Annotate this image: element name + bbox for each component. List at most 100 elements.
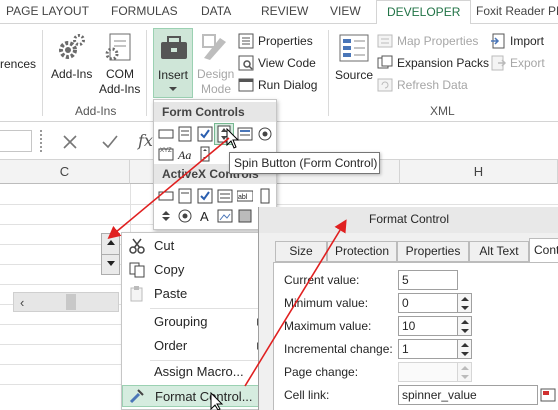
button-control-icon[interactable] [158,126,174,142]
tab-size[interactable]: Size [275,241,327,262]
addins-button[interactable]: Add-Ins [51,67,92,81]
insert-button[interactable]: Insert [153,28,193,98]
menu-item-grouping[interactable]: Grouping [122,311,269,333]
import-icon [491,33,505,49]
label-control-icon[interactable]: Aa [177,146,193,162]
design-mode-line2[interactable]: Mode [201,82,231,96]
design-mode-line1[interactable]: Design [197,67,234,81]
incremental-change-spinner[interactable] [458,339,472,359]
properties-label: Properties [258,34,313,48]
ax-label-icon[interactable]: A [197,208,213,224]
ax-combo-box-icon[interactable] [177,188,193,204]
ax-list-box-icon[interactable] [217,188,233,204]
scroll-thumb[interactable] [66,294,76,310]
name-box[interactable] [0,130,32,152]
sheet-spin-button[interactable] [101,233,120,275]
spin-down-icon[interactable] [107,261,115,266]
expansion-packs-icon [377,55,393,69]
insert-function-button[interactable]: fx [138,131,153,150]
tab-foxit-reader-pdf[interactable]: Foxit Reader PDF [476,4,558,18]
cancel-icon[interactable] [60,134,80,150]
separator [328,30,329,116]
menu-item-assign-macro[interactable]: Assign Macro... [122,361,269,383]
incremental-change-input[interactable]: 1 [398,339,458,359]
map-properties-button[interactable]: Map Properties [377,31,478,51]
scroll-bar-icon[interactable] [197,146,213,162]
current-value-label: Current value: [284,273,360,287]
checkbox-icon[interactable] [197,126,213,142]
ax-spin-button-icon[interactable] [158,208,174,224]
ax-checkbox-icon[interactable] [197,188,213,204]
ax-option-button-icon[interactable] [177,208,193,224]
run-dialog-button[interactable]: Run Dialog [238,75,317,95]
run-dialog-icon [238,78,254,92]
menu-item-order[interactable]: Order [122,335,269,357]
option-button-icon[interactable] [257,126,273,142]
ax-toggle-button-icon[interactable] [237,208,253,224]
menu-item-copy[interactable]: Copy [122,259,269,281]
enter-check-icon[interactable] [100,134,120,150]
order-label: Order [154,338,188,353]
current-value-input[interactable]: 5 [398,270,458,290]
context-menu: Cut Copy Paste Grouping Order Assign Mac… [121,232,270,410]
expansion-packs-button[interactable]: Expansion Packs [377,53,489,73]
tab-protection[interactable]: Protection [327,241,397,262]
references-label[interactable]: rences [0,57,36,71]
ax-image-icon[interactable] [217,208,233,224]
formula-bar-grip[interactable] [40,130,44,152]
import-label: Import [510,34,545,48]
tab-developer[interactable]: DEVELOPER [376,0,472,25]
tab-view[interactable]: VIEW [330,4,361,18]
source-button[interactable]: Source [335,68,373,82]
menu-item-format-control[interactable]: Format Control... [122,385,269,407]
spin-up-icon [461,297,469,301]
maximum-value-spinner[interactable] [458,316,472,336]
com-addins-line1[interactable]: COM [106,67,134,81]
assign-macro-label: Assign Macro... [154,364,244,379]
spin-button-tooltip: Spin Button (Form Control) [229,152,380,174]
tab-review[interactable]: REVIEW [261,4,308,18]
cut-label: Cut [154,238,175,253]
menu-item-paste[interactable]: Paste [122,283,269,305]
column-header-c[interactable]: C [0,160,130,184]
menu-separator [150,308,268,309]
separator [42,30,43,116]
page-change-input[interactable] [398,362,458,382]
tab-data[interactable]: DATA [201,4,231,18]
menu-item-cut[interactable]: Cut [122,235,269,257]
com-addins-line2[interactable]: Add-Ins [99,82,140,96]
sheet-scrollbar-control[interactable]: ‹ [13,292,119,312]
insert-label: Insert [158,68,189,82]
minimum-value-input[interactable]: 0 [398,293,458,313]
spin-down-icon [461,329,469,333]
minimum-value-spinner[interactable] [458,293,472,313]
export-icon [491,55,506,71]
tab-alt-text[interactable]: Alt Text [469,241,529,262]
group-box-icon[interactable]: XYZ [158,146,174,162]
svg-text:XYZ: XYZ [160,148,172,154]
range-selector-icon[interactable] [540,387,556,403]
spin-up-icon[interactable] [107,240,115,245]
combo-box-icon[interactable] [177,126,193,142]
import-button[interactable]: Import [490,31,544,51]
maximum-value-input[interactable]: 10 [398,316,458,336]
refresh-data-button[interactable]: Refresh Data [377,75,468,95]
svg-text:Aa: Aa [177,148,191,162]
tab-control[interactable]: Contr [529,238,558,263]
properties-button[interactable]: Properties [238,31,313,51]
column-header-h[interactable]: H [400,160,558,184]
map-properties-icon [377,34,393,48]
tab-formulas[interactable]: FORMULAS [111,4,178,18]
page-change-spinner[interactable] [458,362,472,382]
run-dialog-label: Run Dialog [258,78,318,92]
ax-button-icon[interactable] [158,188,174,204]
scroll-left-icon[interactable]: ‹ [20,295,24,310]
tab-properties[interactable]: Properties [397,241,469,262]
ax-scroll-bar-icon[interactable] [257,188,273,204]
view-code-button[interactable]: View Code [238,53,316,73]
cell-link-input[interactable]: spinner_value [398,385,538,405]
tab-page-layout[interactable]: PAGE LAYOUT [6,4,89,18]
ax-text-box-icon[interactable]: abl [237,188,253,204]
export-button[interactable]: Export [490,53,545,73]
grouping-label: Grouping [154,314,208,329]
